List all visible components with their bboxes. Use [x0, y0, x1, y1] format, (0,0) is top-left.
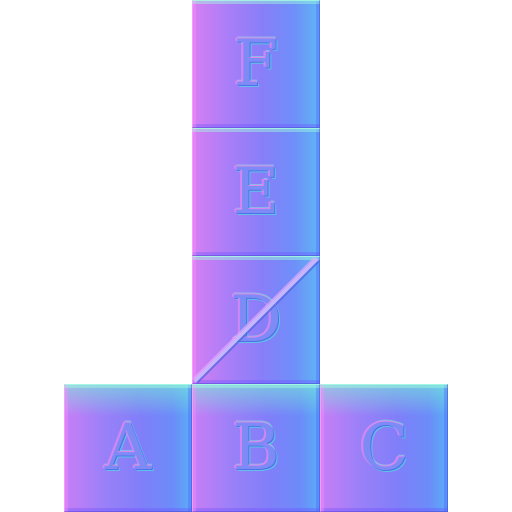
tile-e: E: [192, 128, 320, 256]
tile-f-letter: F: [233, 27, 279, 101]
tile-e-letter: E: [232, 155, 280, 229]
tile-f: F: [192, 0, 320, 128]
tile-c: C: [320, 384, 448, 512]
tile-d: D: [192, 256, 320, 384]
tile-c-letter: C: [359, 411, 409, 485]
tile-b-letter: B: [232, 411, 280, 485]
tile-a: A: [64, 384, 192, 512]
tile-a-letter: A: [104, 411, 152, 485]
normal-map-canvas: F E D A B C: [0, 0, 512, 512]
tile-b: B: [192, 384, 320, 512]
diagonal-split-line: [193, 257, 319, 383]
